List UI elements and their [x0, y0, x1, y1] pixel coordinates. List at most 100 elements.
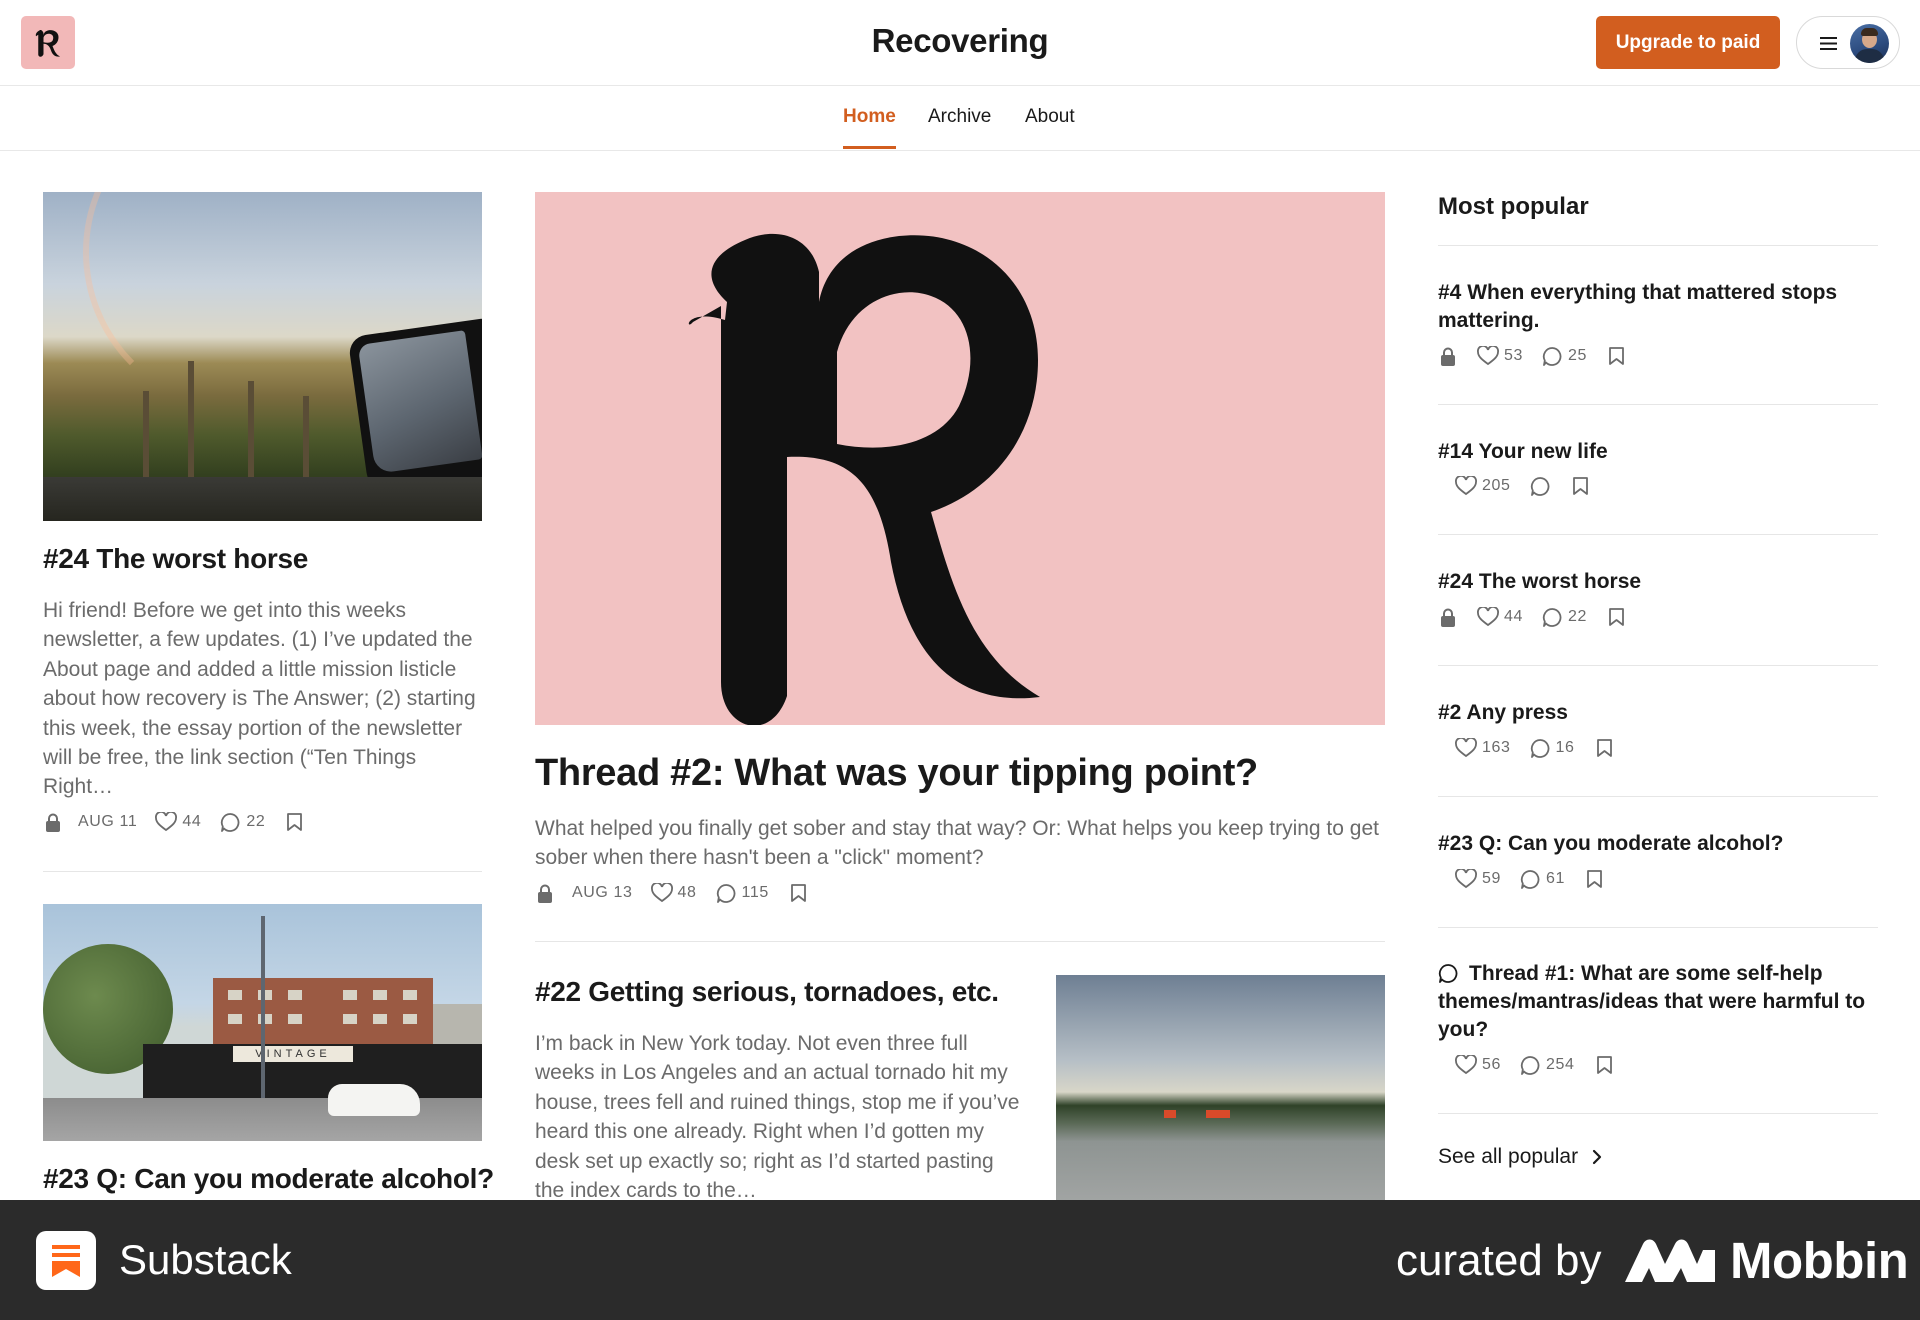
- comment-count: 25: [1568, 347, 1587, 364]
- post-meta: 56 254: [1455, 1054, 1613, 1076]
- comment-icon: [221, 812, 240, 832]
- popular-post-title[interactable]: #4 When everything that mattered stops m…: [1438, 279, 1878, 335]
- lock-icon: [1441, 608, 1455, 627]
- popular-post-title[interactable]: #14 Your new life: [1438, 438, 1878, 466]
- chevron-right-icon: [1593, 1149, 1602, 1165]
- post-date: AUG 13: [572, 884, 633, 901]
- comment-button[interactable]: 22: [220, 812, 265, 833]
- comment-button[interactable]: 61: [1520, 869, 1565, 890]
- bookmark-icon[interactable]: [1572, 476, 1589, 496]
- featured-post-image[interactable]: [535, 192, 1385, 725]
- divider: [43, 871, 482, 872]
- like-button[interactable]: 48: [650, 883, 697, 903]
- post-meta: 163 16: [1455, 737, 1613, 759]
- post-meta: 205: [1455, 475, 1589, 497]
- divider: [1438, 404, 1878, 405]
- popular-post-title[interactable]: #24 The worst horse: [1438, 568, 1878, 596]
- active-tab-indicator: [843, 146, 896, 149]
- post-date: AUG 11: [78, 813, 138, 830]
- comment-button[interactable]: 115: [716, 883, 769, 904]
- heart-icon: [1455, 869, 1477, 889]
- comment-button[interactable]: 254: [1520, 1055, 1575, 1076]
- account-menu-button[interactable]: [1796, 16, 1900, 69]
- divider: [1438, 534, 1878, 535]
- post-image-tornadoes[interactable]: [1056, 975, 1385, 1200]
- top-bar: Recovering Upgrade to paid: [0, 0, 1920, 86]
- like-button[interactable]: 44: [1477, 607, 1523, 627]
- bookmark-icon[interactable]: [790, 883, 807, 903]
- heart-icon: [1455, 738, 1477, 758]
- post-title[interactable]: #22 Getting serious, tornadoes, etc.: [535, 976, 999, 1008]
- like-count: 44: [182, 813, 202, 830]
- heart-icon: [650, 883, 673, 903]
- like-count: 53: [1504, 347, 1523, 364]
- tab-about[interactable]: About: [1025, 106, 1075, 128]
- bookmark-icon[interactable]: [1596, 738, 1613, 758]
- heart-icon: [1455, 476, 1477, 496]
- comment-icon: [1542, 346, 1562, 366]
- popular-post-title[interactable]: #23 Q: Can you moderate alcohol?: [1438, 830, 1878, 858]
- heart-icon: [1455, 1055, 1477, 1075]
- most-popular-heading: Most popular: [1438, 193, 1589, 220]
- like-button[interactable]: 163: [1455, 738, 1511, 758]
- comment-icon: [716, 883, 735, 903]
- featured-post-title[interactable]: Thread #2: What was your tipping point?: [535, 752, 1258, 795]
- like-button[interactable]: 59: [1455, 869, 1501, 889]
- bookmark-icon[interactable]: [286, 812, 303, 832]
- heart-icon: [155, 812, 178, 832]
- publication-nav: Home Archive About: [0, 86, 1920, 151]
- comment-icon: [1530, 738, 1549, 758]
- substack-app-icon: [36, 1231, 96, 1290]
- bookmark-icon[interactable]: [1608, 607, 1625, 627]
- comment-icon: [1530, 476, 1549, 496]
- post-excerpt[interactable]: Hi friend! Before we get into this weeks…: [43, 596, 482, 802]
- like-count: 163: [1482, 739, 1511, 756]
- comment-count: 22: [1568, 608, 1587, 625]
- like-count: 205: [1482, 477, 1511, 494]
- featured-post-excerpt[interactable]: What helped you finally get sober and st…: [535, 814, 1385, 873]
- popular-post-title[interactable]: #2 Any press: [1438, 699, 1878, 727]
- bookmark-icon[interactable]: [1586, 869, 1603, 889]
- bookmark-icon[interactable]: [1608, 346, 1625, 366]
- comment-icon: [1520, 869, 1540, 889]
- app-name: Substack: [119, 1236, 292, 1283]
- blackletter-r-logo-icon: [688, 233, 1040, 725]
- bookmark-icon[interactable]: [1596, 1055, 1613, 1075]
- post-excerpt[interactable]: I’m back in New York today. Not even thr…: [535, 1029, 1025, 1200]
- heart-icon: [1477, 346, 1499, 366]
- avatar: [1850, 24, 1889, 63]
- comment-count: 115: [741, 884, 769, 901]
- comment-button[interactable]: [1530, 476, 1551, 497]
- upgrade-button[interactable]: Upgrade to paid: [1596, 16, 1780, 69]
- post-image-worst-horse[interactable]: [43, 192, 482, 521]
- like-count: 44: [1504, 608, 1523, 625]
- like-button[interactable]: 53: [1477, 346, 1523, 366]
- tab-archive[interactable]: Archive: [928, 106, 991, 128]
- divider: [1438, 245, 1878, 246]
- lock-icon: [1441, 347, 1455, 366]
- post-image-moderate-alcohol[interactable]: VINTAGE: [43, 904, 482, 1141]
- like-button[interactable]: 44: [155, 812, 201, 832]
- comment-button[interactable]: 25: [1542, 346, 1587, 367]
- popular-post-title[interactable]: Thread #1: What are some self-help theme…: [1438, 960, 1878, 1044]
- see-all-popular-link[interactable]: See all popular: [1438, 1145, 1602, 1169]
- comment-icon: [1542, 607, 1562, 627]
- post-meta: 44 22: [1438, 606, 1625, 628]
- post-meta: 53 25: [1438, 345, 1625, 367]
- substack-logo-icon: [52, 1244, 80, 1277]
- mobbin-logo-icon: [1625, 1239, 1715, 1282]
- comment-button[interactable]: 16: [1530, 738, 1575, 759]
- divider: [1438, 1113, 1878, 1114]
- footer-bar: Substack curated by Mobbin: [0, 1200, 1920, 1320]
- divider: [1438, 796, 1878, 797]
- lock-icon: [538, 884, 552, 903]
- post-title[interactable]: #24 The worst horse: [43, 543, 308, 575]
- comment-count: 61: [1546, 870, 1565, 887]
- comment-button[interactable]: 22: [1542, 607, 1587, 628]
- like-button[interactable]: 205: [1455, 476, 1511, 496]
- like-button[interactable]: 56: [1455, 1055, 1501, 1075]
- like-count: 48: [677, 884, 697, 901]
- comment-icon: [1520, 1055, 1540, 1075]
- tab-home[interactable]: Home: [843, 106, 896, 128]
- post-title[interactable]: #23 Q: Can you moderate alcohol?: [43, 1163, 494, 1195]
